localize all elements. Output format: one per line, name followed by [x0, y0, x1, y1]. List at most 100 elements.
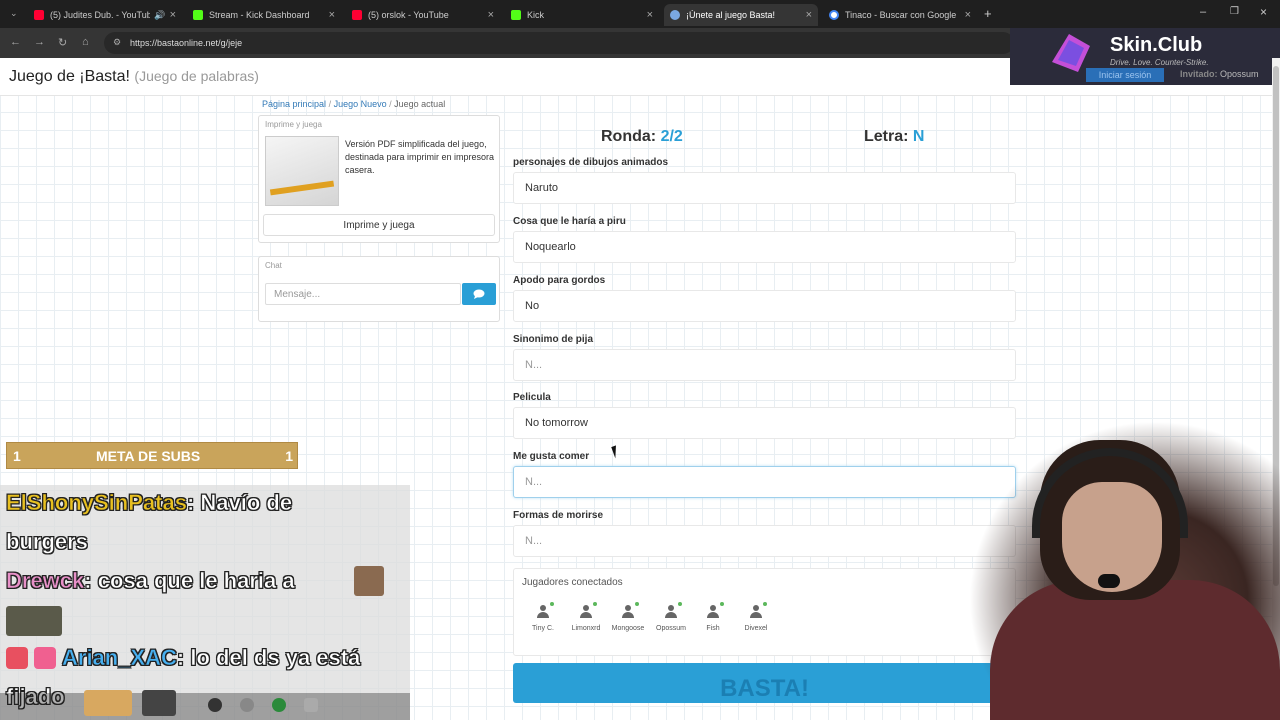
sub-goal-current: 1	[13, 448, 21, 464]
answer-input[interactable]: Noquearlo	[513, 231, 1016, 263]
audio-icon[interactable]: 🔊	[154, 10, 165, 21]
streamer-sweater	[990, 580, 1280, 720]
chat-line-cont: burgers	[6, 529, 88, 555]
home-icon[interactable]: ⌂	[82, 36, 89, 48]
close-tab-icon[interactable]: ×	[329, 9, 335, 21]
user-icon	[706, 602, 724, 619]
player-item: Mongoose	[608, 602, 648, 632]
round-value: 2/2	[660, 128, 683, 145]
browser-tab[interactable]: Stream - Kick Dashboard ×	[187, 4, 341, 26]
print-and-play-button[interactable]: Imprime y juega	[263, 214, 495, 236]
close-tab-icon[interactable]: ×	[488, 9, 494, 21]
breadcrumb: Página principal / Juego Nuevo / Juego a…	[262, 99, 446, 109]
browser-tab[interactable]: Kick ×	[505, 4, 659, 26]
reload-icon[interactable]: ↻	[58, 36, 67, 49]
forward-icon[interactable]: →	[34, 36, 45, 48]
chat-line: Drewck: cosa que le haria a	[6, 568, 295, 594]
minimize-icon[interactable]: –	[1200, 6, 1206, 18]
kick-icon	[193, 10, 203, 20]
kick-icon	[511, 10, 521, 20]
tab-title: ¡Únete al juego Basta!	[686, 10, 776, 20]
user-icon	[536, 602, 554, 619]
field-label: Formas de morirse	[513, 510, 604, 521]
app-icon[interactable]	[304, 698, 318, 712]
login-button[interactable]: Iniciar sesión	[1086, 68, 1164, 82]
print-description: Versión PDF simplificada del juego, dest…	[345, 139, 495, 175]
browser-tab[interactable]: Tinaco - Buscar con Google ×	[823, 4, 977, 26]
browser-tab-bar: ⌄ (5) Judites Dub. - YouTube 🔊 × Stream …	[0, 0, 1280, 28]
app-icon[interactable]	[240, 698, 254, 712]
emote-image	[142, 690, 176, 716]
tab-search-icon[interactable]: ⌄	[10, 8, 18, 19]
answer-input[interactable]: Naruto	[513, 172, 1016, 204]
close-tab-icon[interactable]: ×	[647, 9, 653, 21]
close-window-icon[interactable]: ×	[1260, 5, 1267, 19]
tab-title: (5) Judites Dub. - YouTube	[50, 10, 151, 20]
close-tab-icon[interactable]: ×	[170, 9, 176, 21]
app-icon[interactable]	[208, 698, 222, 712]
player-item: Limonxrd	[566, 602, 606, 632]
round-indicator: Ronda: 2/2	[601, 128, 683, 145]
field-label: Sinonimo de pija	[513, 334, 594, 345]
browser-tab[interactable]: (5) orslok - YouTube ×	[346, 4, 500, 26]
user-icon	[749, 602, 767, 619]
skinclub-tagline: Drive. Love. Counter-Strike.	[1110, 58, 1209, 67]
heart-badge-icon	[34, 647, 56, 669]
site-info-icon[interactable]: ⚙	[113, 37, 121, 48]
print-thumbnail-image[interactable]	[265, 136, 339, 206]
badge-icon	[6, 647, 28, 669]
browser-tab[interactable]: (5) Judites Dub. - YouTube 🔊 ×	[28, 4, 182, 26]
youtube-icon	[352, 10, 362, 20]
browser-tab-active[interactable]: ¡Únete al juego Basta! ×	[664, 4, 818, 26]
answer-input[interactable]: N...	[513, 349, 1016, 381]
breadcrumb-new-game-link[interactable]: Juego Nuevo	[334, 99, 387, 109]
breadcrumb-current: Juego actual	[394, 99, 446, 109]
answer-input[interactable]: No tomorrow	[513, 407, 1016, 439]
globe-icon	[670, 10, 680, 20]
answer-input[interactable]: N...	[513, 525, 1016, 557]
chat-bubble-icon	[473, 289, 485, 299]
taskbar	[0, 693, 410, 720]
user-icon	[579, 602, 597, 619]
close-tab-icon[interactable]: ×	[965, 9, 971, 21]
chat-panel: Chat Mensaje...	[258, 256, 500, 322]
sub-goal-bar: 1 META DE SUBS 1	[6, 442, 298, 469]
answer-input[interactable]: No	[513, 290, 1016, 322]
maximize-icon[interactable]: ❐	[1230, 6, 1239, 17]
pencil-image	[269, 180, 335, 196]
chat-line: Arian_XAC: lo del ds ya está	[62, 645, 361, 671]
url-input[interactable]: ⚙ https://bastaonline.net/g/jeje	[104, 32, 1014, 54]
app-icon[interactable]	[272, 698, 286, 712]
player-item: Opossum	[651, 602, 691, 632]
letter-indicator: Letra: N	[864, 128, 925, 145]
tab-title: Kick	[527, 10, 545, 20]
print-panel: Imprime y juega Versión PDF simplificada…	[258, 115, 500, 243]
player-item: Tiny C.	[523, 602, 563, 632]
chat-panel-header: Chat	[265, 261, 282, 270]
connected-players-panel: Jugadores conectados Tiny C. Limonxrd Mo…	[513, 568, 1016, 656]
chat-send-button[interactable]	[462, 283, 496, 305]
player-item: Divexel	[736, 602, 776, 632]
tab-title: (5) orslok - YouTube	[368, 10, 449, 20]
close-tab-icon[interactable]: ×	[806, 9, 812, 21]
chat-message-input[interactable]: Mensaje...	[265, 283, 461, 305]
back-icon[interactable]: ←	[10, 36, 21, 48]
field-label: Me gusta comer	[513, 451, 590, 462]
field-label: personajes de dibujos animados	[513, 157, 669, 168]
letter-value: N	[912, 128, 925, 145]
player-item: Fish	[693, 602, 733, 632]
microphone-image	[1098, 574, 1120, 588]
cat-emote-image	[84, 690, 132, 716]
basta-button[interactable]: BASTA!	[513, 663, 1016, 703]
guest-status: Invitado: Opossum	[1180, 69, 1259, 79]
answer-input-focused[interactable]: N...	[513, 466, 1016, 498]
user-icon	[664, 602, 682, 619]
tab-title: Stream - Kick Dashboard	[209, 10, 310, 20]
new-tab-icon[interactable]: +	[984, 6, 992, 21]
url-text: https://bastaonline.net/g/jeje	[130, 38, 243, 48]
breadcrumb-home-link[interactable]: Página principal	[262, 99, 326, 109]
field-label: Apodo para gordos	[513, 275, 606, 286]
page-title: Juego de ¡Basta! (Juego de palabras)	[9, 68, 259, 85]
sub-goal-target: 1	[285, 448, 293, 464]
skinclub-name: Skin.Club	[1110, 34, 1203, 56]
